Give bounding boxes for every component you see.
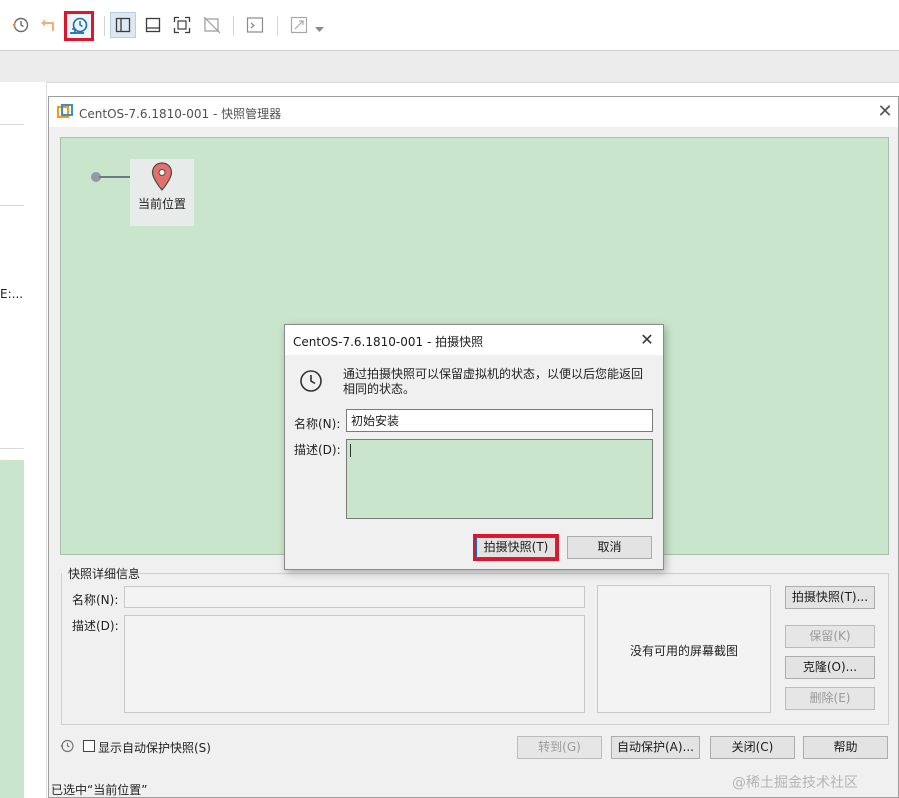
show-autoprotect-checkbox[interactable] xyxy=(83,740,95,752)
close-button[interactable]: 关闭(C) xyxy=(710,736,795,759)
truncated-item-text: E:... xyxy=(0,287,24,301)
location-pin-icon xyxy=(151,162,173,191)
help-button[interactable]: 帮助 xyxy=(803,736,888,759)
watermark-text: @稀土掘金技术社区 xyxy=(732,775,858,791)
full-screen-button[interactable] xyxy=(169,12,195,38)
show-autoprotect-label: 显示自动保护快照(S) xyxy=(98,741,211,755)
vm-toolbar xyxy=(0,0,899,51)
screenshot-preview: 没有可用的屏幕截图 xyxy=(597,585,771,713)
snapshot-manager-button[interactable] xyxy=(64,11,94,41)
description-label: 描述(D): xyxy=(72,619,119,633)
close-icon[interactable]: ✕ xyxy=(637,330,657,350)
snapshot-restore-button[interactable] xyxy=(36,12,62,38)
keep-button[interactable]: 保留(K) xyxy=(785,625,875,648)
terminal-button[interactable] xyxy=(242,12,268,38)
library-panel: E:... xyxy=(0,82,47,798)
dialog-message: 通过拍摄快照可以保留虚拟机的状态，以便以后您能返回相同的状态。 xyxy=(343,367,644,396)
title-bar: CentOS-7.6.1810-001 - 快照管理器 ✕ xyxy=(49,97,898,127)
unity-disabled-icon xyxy=(203,16,221,34)
stretch-icon xyxy=(290,16,308,34)
status-text: 已选中“当前位置” xyxy=(51,783,148,797)
no-screenshot-text: 没有可用的屏幕截图 xyxy=(629,644,738,658)
dialog-title: CentOS-7.6.1810-001 - 拍摄快照 xyxy=(293,335,484,349)
dialog-description-input[interactable] xyxy=(346,439,653,519)
stretch-button[interactable] xyxy=(286,12,312,38)
name-label: 名称(N): xyxy=(72,593,119,607)
take-snapshot-button[interactable]: 拍摄快照(T)... xyxy=(785,586,875,609)
bottom-panel-icon xyxy=(145,17,161,33)
dialog-name-label: 名称(N): xyxy=(294,417,341,431)
goto-button[interactable]: 转到(G) xyxy=(517,736,602,759)
console-view-button[interactable] xyxy=(140,12,166,38)
snapshot-manager-icon xyxy=(70,17,88,34)
delete-button[interactable]: 删除(E) xyxy=(785,687,875,710)
fullscreen-icon xyxy=(173,16,191,34)
clock-revert-icon xyxy=(12,17,29,33)
autoprotect-button[interactable]: 自动保护(A)... xyxy=(611,736,700,759)
history-icon xyxy=(60,739,74,757)
dialog-cancel-button[interactable]: 取消 xyxy=(567,536,652,559)
dialog-description-label: 描述(D): xyxy=(294,443,341,457)
close-icon[interactable]: ✕ xyxy=(875,102,895,122)
snapshot-description-field[interactable] xyxy=(124,615,585,713)
terminal-icon xyxy=(246,17,264,33)
snapshot-revert-button[interactable] xyxy=(7,12,33,38)
current-position-label: 当前位置 xyxy=(137,197,186,211)
tab-strip xyxy=(0,51,899,83)
current-position-node[interactable]: 当前位置 xyxy=(130,159,194,226)
clock-icon xyxy=(299,369,323,397)
dialog-name-input[interactable] xyxy=(346,409,653,432)
restore-arrow-icon xyxy=(41,19,54,31)
text-cursor xyxy=(350,444,351,457)
chevron-down-icon[interactable] xyxy=(315,22,324,37)
library-view-button[interactable] xyxy=(110,12,136,38)
unity-button[interactable] xyxy=(199,12,225,38)
sidebar-layout-icon xyxy=(115,17,131,33)
window-title: CentOS-7.6.1810-001 - 快照管理器 xyxy=(79,107,282,121)
dialog-take-snapshot-button[interactable]: 拍摄快照(T) xyxy=(476,537,556,558)
dialog-title-bar: CentOS-7.6.1810-001 - 拍摄快照 ✕ xyxy=(285,325,663,355)
snapshot-name-field[interactable] xyxy=(124,586,585,608)
vmware-logo-icon xyxy=(57,104,73,124)
take-snapshot-dialog: CentOS-7.6.1810-001 - 拍摄快照 ✕ 通过拍摄快照可以保留虚… xyxy=(284,324,664,570)
clone-button[interactable]: 克隆(O)... xyxy=(785,656,875,679)
vm-screen-area xyxy=(0,460,24,798)
